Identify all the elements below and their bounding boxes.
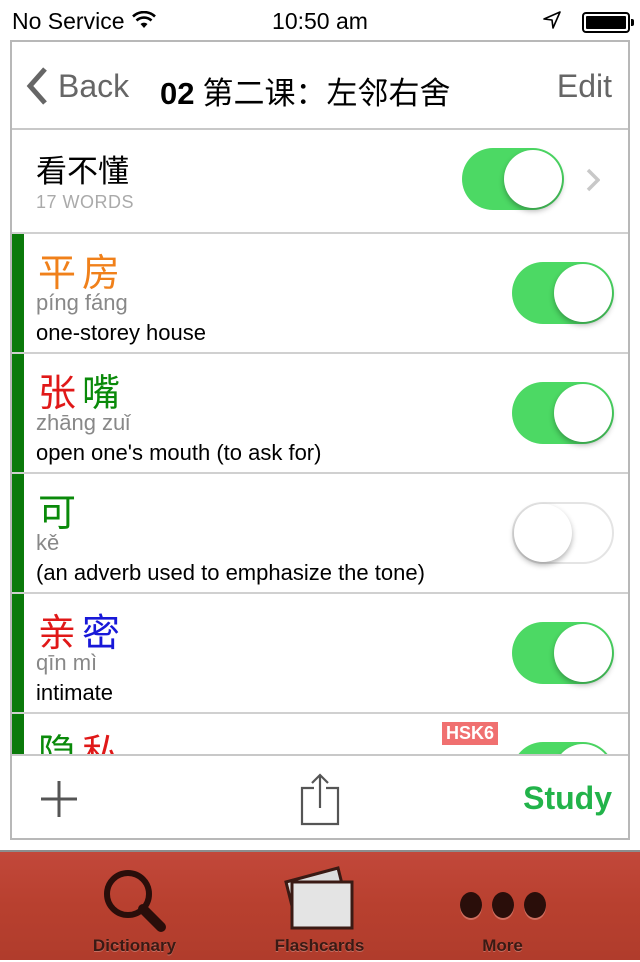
hanzi-char: 房 — [82, 251, 127, 295]
word-meaning: one-storey house — [36, 320, 206, 345]
word-meaning: (an adverb used to emphasize the tone) — [36, 560, 425, 585]
edit-button[interactable]: Edit — [557, 68, 612, 105]
plus-icon — [41, 781, 77, 817]
word-count: 17 WORDS — [36, 192, 135, 212]
tab-label: Dictionary — [92, 936, 177, 955]
more-dots-icon — [459, 892, 546, 918]
tab-label: More — [482, 936, 523, 955]
magnifier-icon — [103, 870, 166, 932]
hanzi-char: 张 — [38, 371, 83, 415]
hanzi-char: 平 — [38, 251, 83, 295]
study-button[interactable]: Study — [523, 780, 612, 817]
tab-bar: Dictionary Flashcards More — [0, 850, 640, 960]
word-status-bar — [12, 234, 24, 352]
share-button[interactable] — [300, 772, 340, 831]
word-status-bar — [12, 474, 24, 592]
bottom-toolbar: Study — [12, 754, 628, 838]
hanzi-char: 嘴 — [82, 371, 127, 415]
word-row[interactable]: 张嘴 zhāng zuǐ open one's mouth (to ask fo… — [12, 354, 628, 474]
word-list: 看不懂 17 WORDS 平房 píng fáng one-storey hou… — [12, 130, 628, 834]
word-pinyin: qīn mì — [36, 650, 98, 675]
word-row[interactable]: 亲密 qīn mì intimate — [12, 594, 628, 714]
word-list-panel: Back 02 第二课：左邻右舍 Edit 看不懂 17 WORDS 平房 pín… — [10, 40, 630, 840]
word-row[interactable]: 可 kě (an adverb used to emphasize the to… — [12, 474, 628, 594]
navigation-bar: Back 02 第二课：左邻右舍 Edit — [12, 42, 628, 130]
group-row[interactable]: 看不懂 17 WORDS — [12, 130, 628, 234]
tab-more[interactable]: More — [396, 852, 609, 962]
tab-flashcards[interactable]: Flashcards — [213, 852, 426, 962]
chevron-left-icon — [26, 67, 47, 105]
word-hanzi: 可 — [38, 482, 82, 537]
word-pinyin: kě — [36, 530, 60, 555]
word-hanzi: 平房 — [38, 242, 126, 297]
status-bar: No Service 10:50 am — [0, 0, 640, 40]
lesson-title: 第二课：左邻右舍 — [202, 76, 451, 111]
word-meaning: intimate — [36, 680, 114, 705]
page-title: 02 第二课：左邻右舍 — [160, 68, 450, 113]
back-label: Back — [58, 67, 130, 104]
word-pinyin: píng fáng — [36, 290, 128, 315]
hanzi-char: 可 — [38, 491, 83, 535]
tab-label: Flashcards — [274, 936, 365, 955]
word-row[interactable]: 平房 píng fáng one-storey house — [12, 234, 628, 354]
chevron-right-icon[interactable] — [586, 168, 600, 192]
hanzi-char: 密 — [82, 611, 127, 655]
word-hanzi: 张嘴 — [38, 362, 126, 417]
word-toggle[interactable] — [512, 622, 614, 684]
add-button[interactable] — [40, 780, 78, 823]
lesson-number: 02 — [160, 76, 195, 111]
hsk-badge: HSK6 — [442, 722, 499, 745]
word-hanzi: 亲密 — [38, 602, 126, 657]
tab-dictionary[interactable]: Dictionary — [28, 852, 241, 962]
location-arrow-icon — [542, 9, 562, 36]
back-button[interactable]: Back — [26, 66, 129, 106]
word-toggle[interactable] — [512, 262, 614, 324]
word-meaning: open one's mouth (to ask for) — [36, 440, 322, 465]
group-title: 看不懂 — [36, 154, 129, 190]
flashcards-icon — [283, 866, 353, 930]
hanzi-char: 亲 — [38, 611, 83, 655]
group-toggle[interactable] — [462, 148, 564, 210]
word-toggle[interactable] — [512, 502, 614, 564]
word-status-bar — [12, 594, 24, 712]
word-toggle[interactable] — [512, 382, 614, 444]
word-status-bar — [12, 354, 24, 472]
share-icon — [300, 773, 340, 826]
word-pinyin: zhāng zuǐ — [36, 410, 131, 435]
battery-icon — [582, 12, 634, 33]
